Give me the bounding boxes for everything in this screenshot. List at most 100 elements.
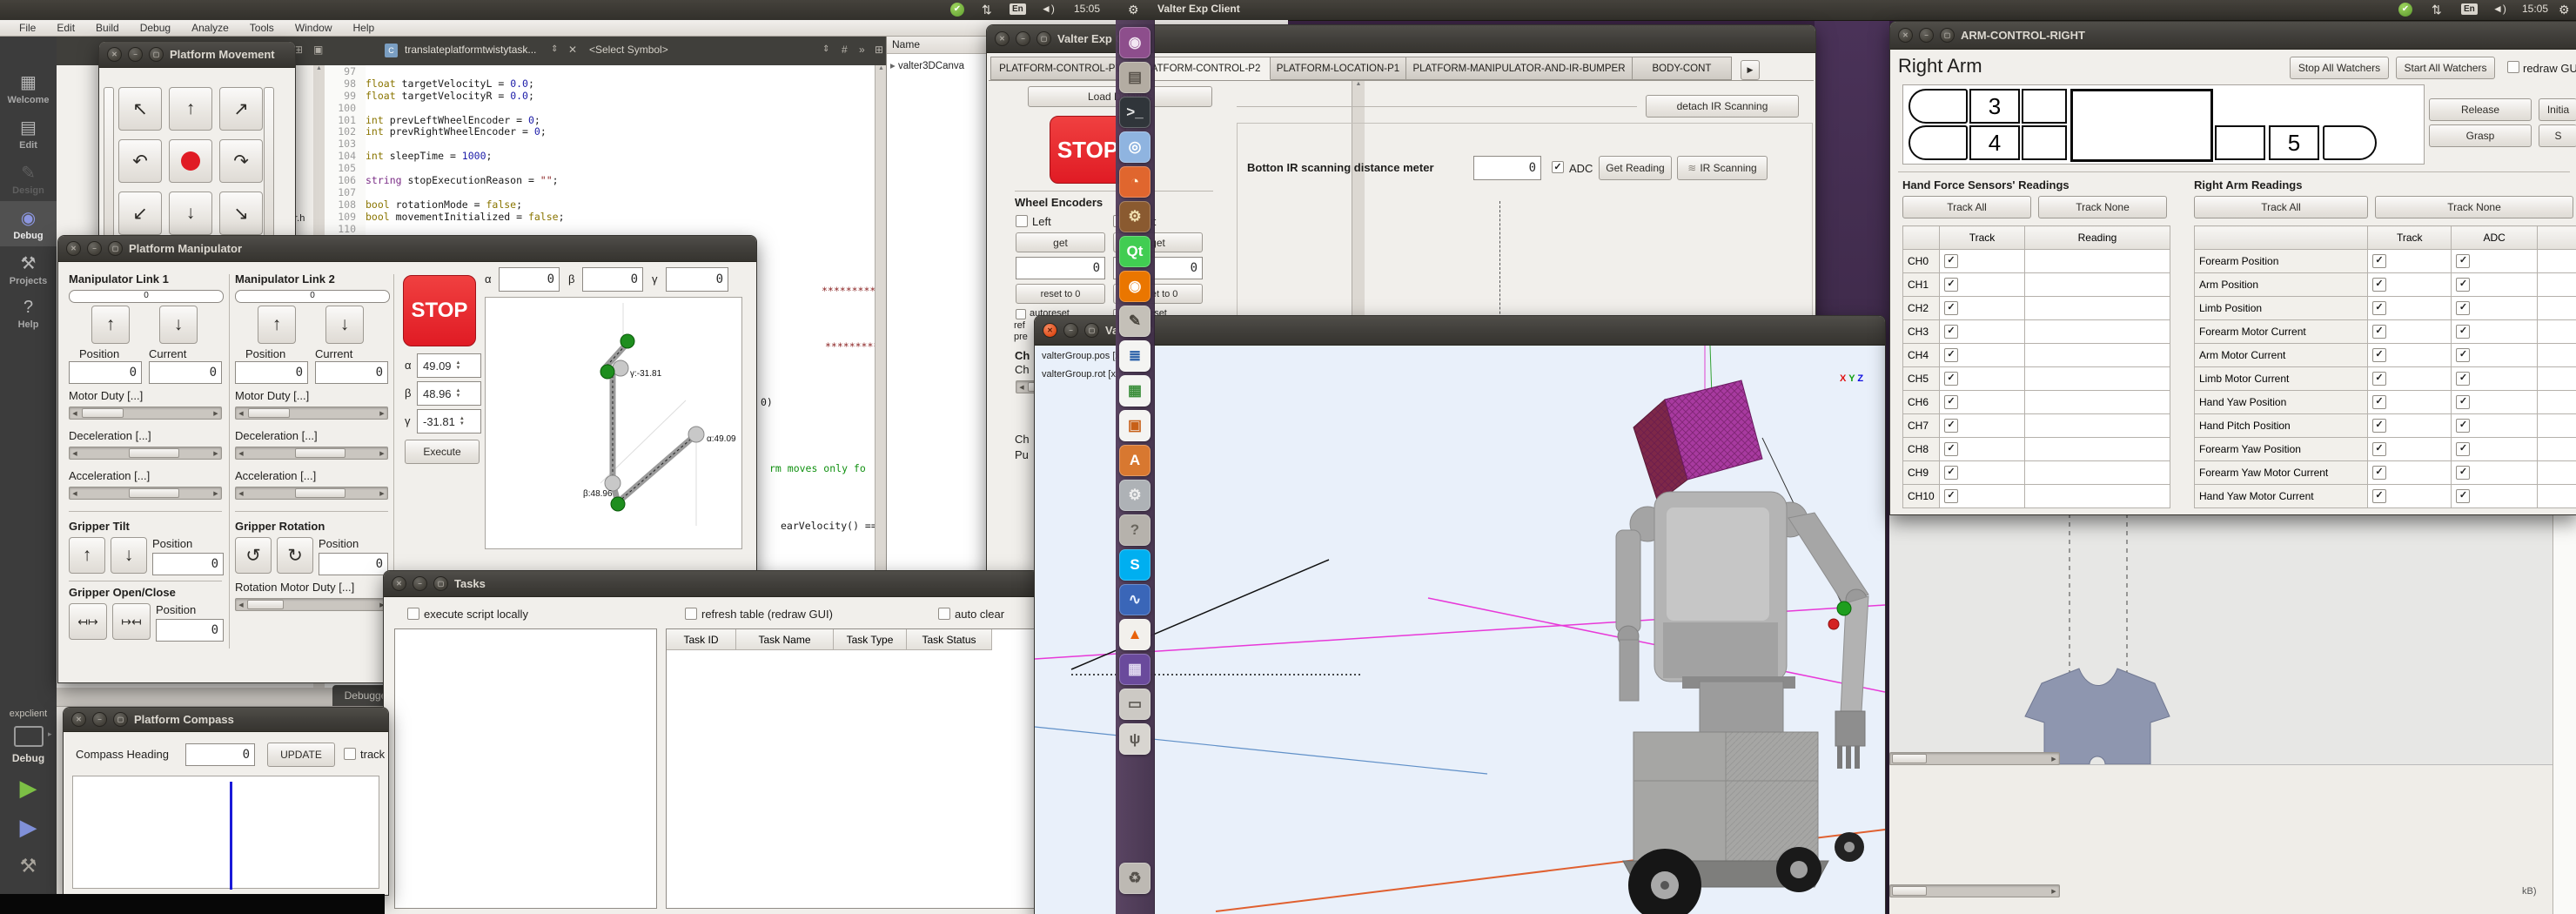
- table-row[interactable]: CH6✓: [1903, 391, 2170, 414]
- link2-motor-duty-slider[interactable]: ◀▶: [235, 407, 388, 420]
- table-row[interactable]: Forearm Yaw Motor Current✓✓: [2195, 461, 2576, 485]
- track-checkbox[interactable]: ✓: [1944, 301, 1958, 315]
- alpha-target-value[interactable]: 0: [499, 267, 560, 292]
- gripper-close-button[interactable]: ↦↤: [112, 603, 151, 640]
- strafe-right-button[interactable]: [264, 87, 274, 237]
- arm-track-none-button[interactable]: Track None: [2375, 196, 2573, 218]
- mode-projects[interactable]: ⚒Projects: [0, 246, 57, 292]
- table-row[interactable]: Limb Position✓✓: [2195, 297, 2576, 320]
- menu-item-analyze[interactable]: Analyze: [181, 22, 239, 34]
- movement-arrow-button[interactable]: ↙: [118, 192, 162, 235]
- track-checkbox[interactable]: ✓: [1944, 395, 1958, 409]
- track-checkbox[interactable]: ✓: [2372, 466, 2386, 480]
- debug-run-button[interactable]: ▶: [0, 814, 57, 841]
- close-icon[interactable]: ✕: [392, 576, 406, 591]
- table-row[interactable]: CH3✓: [1903, 320, 2170, 344]
- body-scrollbar[interactable]: ▶: [1889, 752, 2060, 765]
- minimize-icon[interactable]: −: [87, 241, 102, 256]
- update-button[interactable]: UPDATE: [267, 743, 335, 767]
- minimize-icon[interactable]: −: [1063, 323, 1078, 338]
- document-updown-icon[interactable]: ⇕: [551, 44, 558, 54]
- close-icon[interactable]: ✕: [995, 31, 1010, 46]
- ir-distance-value[interactable]: 0: [1473, 156, 1541, 180]
- close-icon[interactable]: ✕: [66, 241, 81, 256]
- autoreset-left-checkbox[interactable]: [1016, 309, 1026, 319]
- track-checkbox[interactable]: ✓: [1944, 254, 1958, 268]
- beta-target-value[interactable]: 0: [582, 267, 643, 292]
- hand-schematic-canvas[interactable]: 3 4 5: [1902, 84, 2425, 165]
- 3d-canvas[interactable]: valterGroup.pos [x, y, x] = valterGroup.…: [1035, 346, 1885, 914]
- tab-platform-location-p1[interactable]: PLATFORM-LOCATION-P1: [1271, 57, 1406, 80]
- tab-body-cont[interactable]: BODY-CONT: [1633, 57, 1732, 80]
- mode-help[interactable]: ?Help: [0, 292, 57, 335]
- gamma-value[interactable]: -31.81▲▼: [417, 409, 481, 433]
- s-button[interactable]: S: [2539, 124, 2576, 147]
- maximize-icon[interactable]: ▢: [113, 712, 128, 727]
- movement-arrow-button[interactable]: ↘: [219, 192, 263, 235]
- platform-stop-button[interactable]: STOP: [1050, 116, 1126, 184]
- gripper-open-close-position-value[interactable]: 0: [156, 619, 224, 642]
- track-checkbox[interactable]: ✓: [2456, 372, 2470, 386]
- maximize-icon[interactable]: ▢: [1036, 31, 1051, 46]
- session-gear-icon[interactable]: ⚙: [1128, 3, 1139, 17]
- launcher-files-icon[interactable]: ▤: [1119, 62, 1150, 93]
- grasp-button[interactable]: Grasp: [2429, 124, 2532, 147]
- mode-design[interactable]: ✎Design: [0, 156, 57, 201]
- stop-all-watchers-button[interactable]: Stop All Watchers: [2290, 57, 2389, 79]
- launcher-libreoffice-writer-icon[interactable]: ≣: [1119, 340, 1150, 372]
- detach-ir-scanning-button[interactable]: detach IR Scanning: [1646, 95, 1799, 118]
- link1-acceleration-slider[interactable]: ◀▶: [69, 487, 222, 500]
- build-config-label[interactable]: Debug: [0, 752, 57, 764]
- track-checkbox[interactable]: ✓: [2456, 442, 2470, 456]
- track-checkbox[interactable]: ✓: [1944, 325, 1958, 339]
- task-column-header[interactable]: Task ID: [667, 629, 736, 650]
- symbol-selector[interactable]: <Select Symbol>: [589, 44, 668, 56]
- execute-script-locally-checkbox[interactable]: [407, 608, 419, 620]
- movement-arrow-button[interactable]: ↑: [169, 87, 212, 131]
- launcher-unknown-app-icon[interactable]: ?: [1119, 514, 1150, 546]
- maximize-icon[interactable]: ▢: [433, 576, 448, 591]
- gripper-rotation-position-value[interactable]: 0: [319, 553, 388, 575]
- hand-force-table[interactable]: TrackReading CH0✓CH1✓CH2✓CH3✓CH4✓CH5✓CH6…: [1902, 225, 2170, 508]
- close-document-icon[interactable]: ✕: [568, 44, 577, 56]
- arm-readings-table[interactable]: TrackADC Forearm Position✓✓Arm Position✓…: [2194, 225, 2576, 508]
- movement-arrow-button[interactable]: ↷: [219, 139, 263, 183]
- sync-arrows-icon[interactable]: ⇅: [982, 3, 992, 17]
- get-left-encoder-button[interactable]: get: [1016, 232, 1105, 252]
- track-checkbox[interactable]: ✓: [2372, 325, 2386, 339]
- launcher-system-settings-icon[interactable]: ⚙: [1119, 480, 1150, 511]
- close-icon[interactable]: ✕: [1043, 323, 1057, 338]
- table-row[interactable]: CH7✓: [1903, 414, 2170, 438]
- track-checkbox[interactable]: ✓: [2456, 466, 2470, 480]
- body-scrollbar[interactable]: ▶: [1889, 884, 2060, 897]
- launcher-qt-creator-icon[interactable]: Qt: [1119, 236, 1150, 267]
- gripper-rotate-cw-button[interactable]: ↻: [277, 537, 313, 574]
- table-row[interactable]: Arm Motor Current✓✓: [2195, 344, 2576, 367]
- launcher-skype-icon[interactable]: S: [1119, 549, 1150, 581]
- launcher-terminal-icon[interactable]: >_: [1119, 97, 1150, 128]
- track-checkbox[interactable]: ✓: [2372, 348, 2386, 362]
- mode-welcome[interactable]: ▦Welcome: [0, 65, 57, 111]
- execute-button[interactable]: Execute: [405, 440, 480, 464]
- clock[interactable]: 15:05: [2522, 3, 2548, 15]
- rotation-motor-duty-slider[interactable]: ◀▶: [235, 598, 388, 611]
- movement-arrow-button[interactable]: ↓: [169, 192, 212, 235]
- overflow-chevrons-icon[interactable]: »: [859, 44, 865, 56]
- movement-stop-button[interactable]: [169, 139, 212, 183]
- track-checkbox[interactable]: [344, 748, 356, 760]
- table-row[interactable]: Hand Yaw Motor Current✓✓: [2195, 485, 2576, 508]
- tab-platform-control-p1[interactable]: PLATFORM-CONTROL-P1: [990, 57, 1130, 80]
- session-gear-icon[interactable]: ⚙: [2559, 3, 2570, 17]
- hand-track-all-button[interactable]: Track All: [1902, 196, 2031, 218]
- track-checkbox[interactable]: ✓: [1944, 278, 1958, 292]
- launcher-system-monitor-icon[interactable]: ∿: [1119, 584, 1150, 615]
- track-checkbox[interactable]: ✓: [2456, 348, 2470, 362]
- launcher-blender-icon[interactable]: ◉: [1119, 271, 1150, 302]
- track-checkbox[interactable]: ✓: [1944, 348, 1958, 362]
- launcher-firefox-icon[interactable]: ◔: [1119, 166, 1150, 198]
- tasks-table[interactable]: Task IDTask NameTask TypeTask Status: [666, 628, 1039, 909]
- script-textarea[interactable]: [394, 628, 657, 909]
- menu-item-file[interactable]: File: [9, 22, 46, 34]
- table-row[interactable]: CH1✓: [1903, 273, 2170, 297]
- auto-clear-checkbox[interactable]: [938, 608, 950, 620]
